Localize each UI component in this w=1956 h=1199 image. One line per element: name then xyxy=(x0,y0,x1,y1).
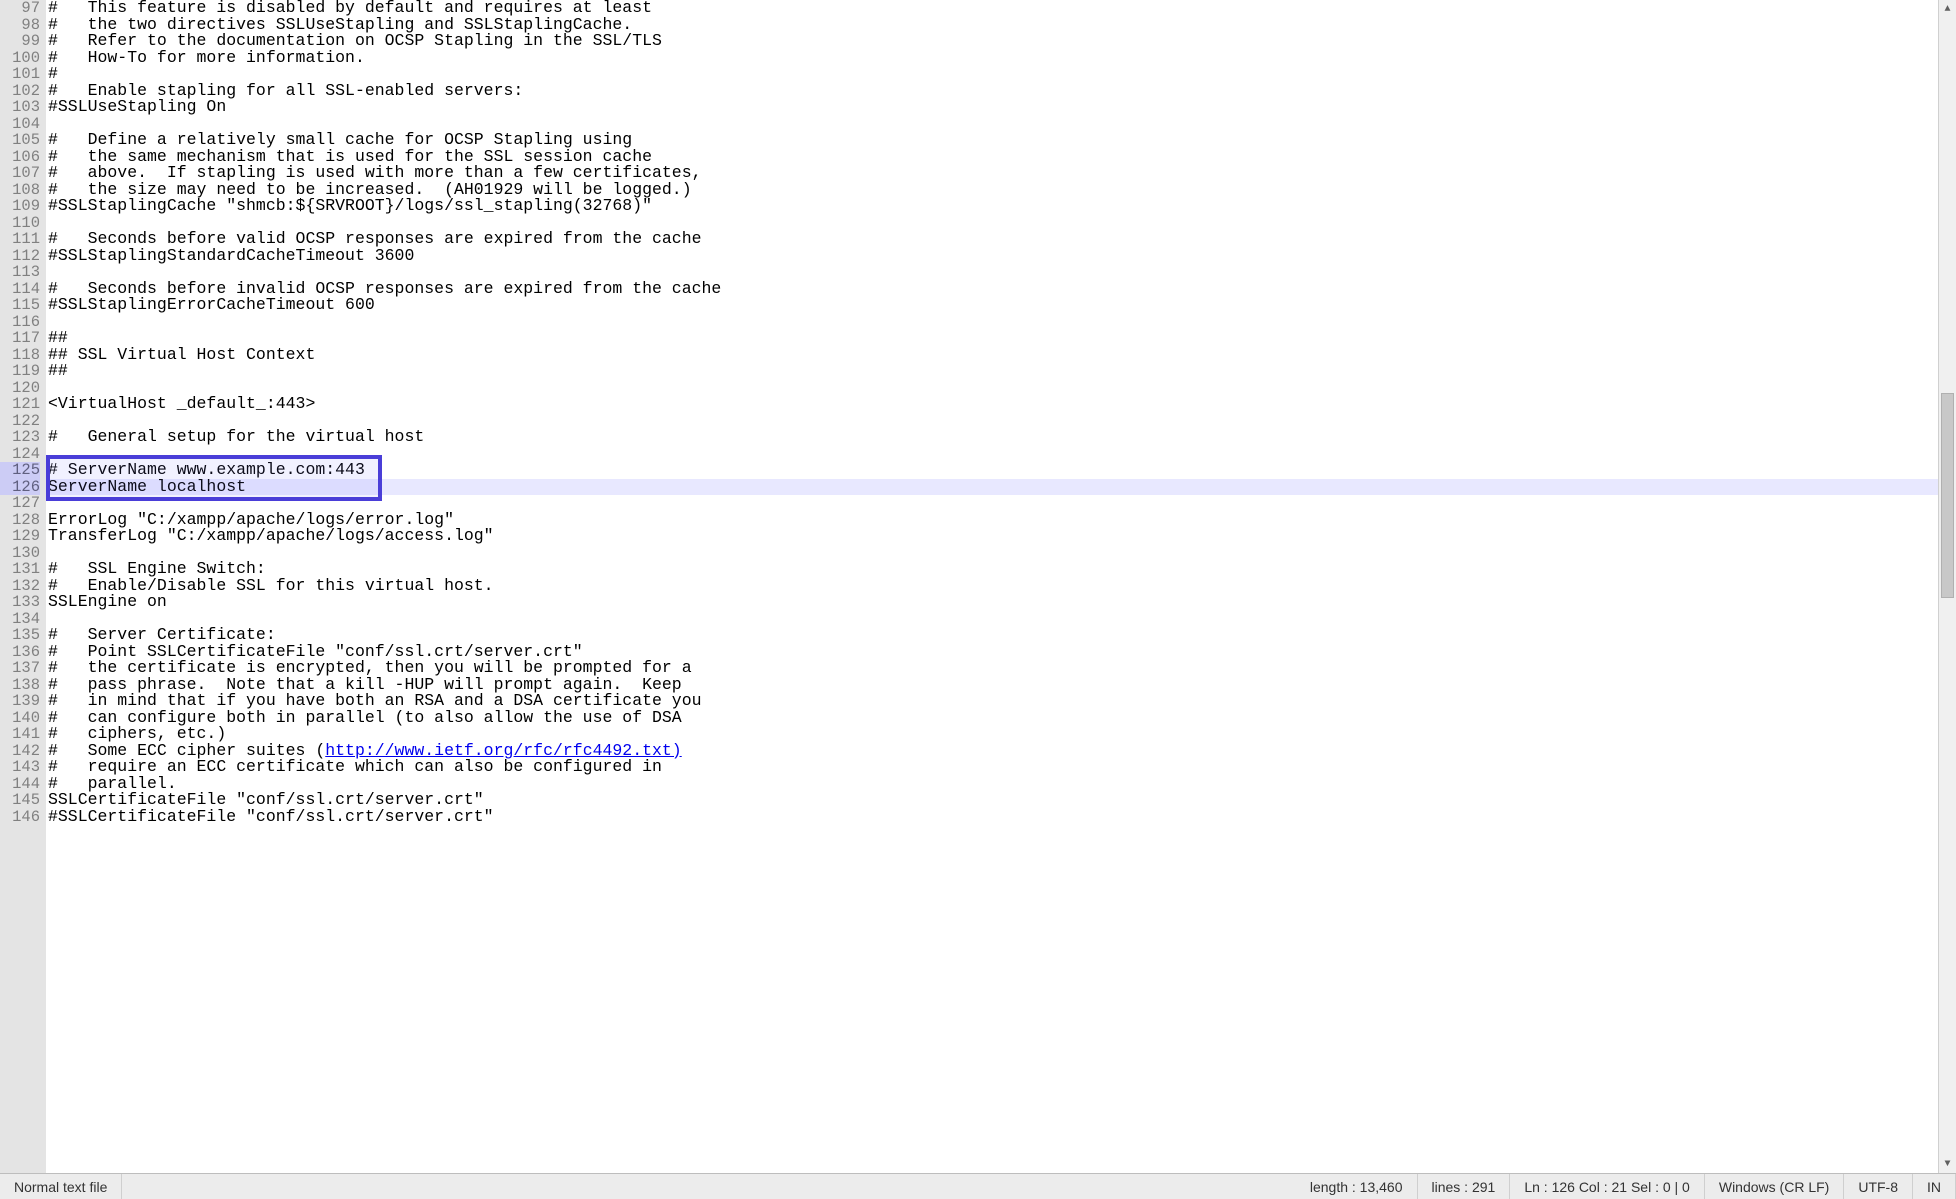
line-number[interactable]: 130 xyxy=(0,545,40,562)
line-number[interactable]: 135 xyxy=(0,627,40,644)
code-line[interactable]: #SSLUseStapling On xyxy=(46,99,1938,116)
code-area[interactable]: # This feature is disabled by default an… xyxy=(46,0,1938,1173)
line-number[interactable]: 114 xyxy=(0,281,40,298)
code-line[interactable]: TransferLog "C:/xampp/apache/logs/access… xyxy=(46,528,1938,545)
line-number[interactable]: 113 xyxy=(0,264,40,281)
line-number[interactable]: 97 xyxy=(0,0,40,17)
code-line[interactable]: # ServerName www.example.com:443 xyxy=(46,462,1938,479)
line-number[interactable]: 98 xyxy=(0,17,40,34)
line-number[interactable]: 133 xyxy=(0,594,40,611)
line-number[interactable]: 125 xyxy=(0,462,40,479)
code-line[interactable]: # Enable/Disable SSL for this virtual ho… xyxy=(46,578,1938,595)
line-number[interactable]: 110 xyxy=(0,215,40,232)
line-number[interactable]: 138 xyxy=(0,677,40,694)
line-number[interactable]: 132 xyxy=(0,578,40,595)
code-line[interactable]: SSLEngine on xyxy=(46,594,1938,611)
scrollbar-track[interactable] xyxy=(1939,18,1956,1155)
status-length: length : 13,460 xyxy=(1296,1174,1418,1199)
scrollbar-thumb[interactable] xyxy=(1941,393,1954,598)
line-number[interactable]: 104 xyxy=(0,116,40,133)
status-position: Ln : 126 Col : 21 Sel : 0 | 0 xyxy=(1510,1174,1705,1199)
line-number[interactable]: 139 xyxy=(0,693,40,710)
code-line[interactable]: #SSLCertificateFile "conf/ssl.crt/server… xyxy=(46,809,1938,826)
line-number[interactable]: 146 xyxy=(0,809,40,826)
code-line[interactable]: # require an ECC certificate which can a… xyxy=(46,759,1938,776)
code-line[interactable]: ## xyxy=(46,330,1938,347)
line-number[interactable]: 127 xyxy=(0,495,40,512)
line-number[interactable]: 106 xyxy=(0,149,40,166)
line-number[interactable]: 111 xyxy=(0,231,40,248)
line-number[interactable]: 116 xyxy=(0,314,40,331)
line-number[interactable]: 109 xyxy=(0,198,40,215)
line-number[interactable]: 108 xyxy=(0,182,40,199)
line-number[interactable]: 134 xyxy=(0,611,40,628)
code-line[interactable]: # How-To for more information. xyxy=(46,50,1938,67)
line-number[interactable]: 100 xyxy=(0,50,40,67)
line-number[interactable]: 121 xyxy=(0,396,40,413)
vertical-scrollbar[interactable]: ▲ ▼ xyxy=(1938,0,1956,1173)
editor-window: 9798991001011021031041051061071081091101… xyxy=(0,0,1956,1199)
code-line[interactable]: #SSLStaplingCache "shmcb:${SRVROOT}/logs… xyxy=(46,198,1938,215)
line-number[interactable]: 123 xyxy=(0,429,40,446)
line-number-gutter[interactable]: 9798991001011021031041051061071081091101… xyxy=(0,0,46,1173)
status-eol: Windows (CR LF) xyxy=(1705,1174,1844,1199)
line-number[interactable]: 136 xyxy=(0,644,40,661)
line-number[interactable]: 142 xyxy=(0,743,40,760)
line-number[interactable]: 101 xyxy=(0,66,40,83)
code-line[interactable] xyxy=(46,545,1938,562)
code-line[interactable]: # Enable stapling for all SSL-enabled se… xyxy=(46,83,1938,100)
line-number[interactable]: 117 xyxy=(0,330,40,347)
code-line[interactable]: <VirtualHost _default_:443> xyxy=(46,396,1938,413)
line-number[interactable]: 143 xyxy=(0,759,40,776)
line-number[interactable]: 140 xyxy=(0,710,40,727)
line-number[interactable]: 118 xyxy=(0,347,40,364)
code-line[interactable]: #SSLStaplingStandardCacheTimeout 3600 xyxy=(46,248,1938,265)
status-insert-mode: IN xyxy=(1913,1174,1956,1199)
line-number[interactable]: 102 xyxy=(0,83,40,100)
line-number[interactable]: 115 xyxy=(0,297,40,314)
line-number[interactable]: 128 xyxy=(0,512,40,529)
line-number[interactable]: 122 xyxy=(0,413,40,430)
line-number[interactable]: 126 xyxy=(0,479,40,496)
line-number[interactable]: 107 xyxy=(0,165,40,182)
line-number[interactable]: 131 xyxy=(0,561,40,578)
scroll-down-arrow-icon[interactable]: ▼ xyxy=(1939,1155,1956,1173)
line-number[interactable]: 145 xyxy=(0,792,40,809)
line-number[interactable]: 112 xyxy=(0,248,40,265)
line-number[interactable]: 124 xyxy=(0,446,40,463)
line-number[interactable]: 105 xyxy=(0,132,40,149)
line-number[interactable]: 99 xyxy=(0,33,40,50)
status-bar: Normal text file length : 13,460 lines :… xyxy=(0,1173,1956,1199)
code-line[interactable] xyxy=(46,380,1938,397)
code-line[interactable]: ## SSL Virtual Host Context xyxy=(46,347,1938,364)
code-line[interactable]: ## xyxy=(46,363,1938,380)
status-encoding: UTF-8 xyxy=(1844,1174,1913,1199)
code-line[interactable]: #SSLStaplingErrorCacheTimeout 600 xyxy=(46,297,1938,314)
line-number[interactable]: 144 xyxy=(0,776,40,793)
code-line[interactable] xyxy=(46,611,1938,628)
status-file-type: Normal text file xyxy=(0,1174,122,1199)
line-number[interactable]: 120 xyxy=(0,380,40,397)
editor-body: 9798991001011021031041051061071081091101… xyxy=(0,0,1956,1173)
status-lines: lines : 291 xyxy=(1418,1174,1511,1199)
code-line[interactable]: # can configure both in parallel (to als… xyxy=(46,710,1938,727)
code-line[interactable] xyxy=(46,314,1938,331)
line-number[interactable]: 129 xyxy=(0,528,40,545)
line-number[interactable]: 137 xyxy=(0,660,40,677)
line-number[interactable]: 103 xyxy=(0,99,40,116)
scroll-up-arrow-icon[interactable]: ▲ xyxy=(1939,0,1956,18)
line-number[interactable]: 119 xyxy=(0,363,40,380)
line-number[interactable]: 141 xyxy=(0,726,40,743)
